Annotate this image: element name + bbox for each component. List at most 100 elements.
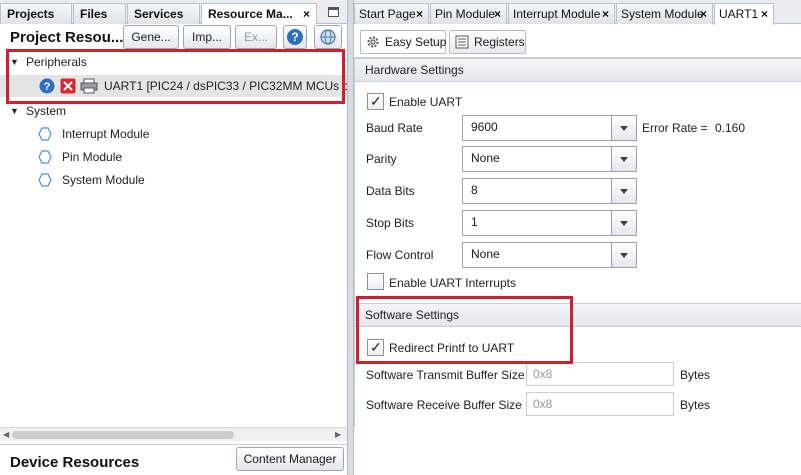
pane-splitter[interactable]	[347, 0, 354, 475]
rx-buffer-unit: Bytes	[680, 398, 711, 412]
empty-area	[354, 427, 801, 475]
tab-label: Projects	[7, 7, 55, 21]
tree-node-system-module[interactable]: System Module	[0, 169, 347, 191]
error-rate-value: 0.160	[715, 121, 746, 135]
hardware-settings-header[interactable]: Hardware Settings	[355, 58, 801, 82]
minimize-icon[interactable]	[328, 7, 339, 17]
horizontal-scrollbar[interactable]: ◀ ▶	[0, 427, 347, 441]
tab-services[interactable]: Services	[127, 3, 200, 24]
right-pane: Start Page × Pin Module × Interrupt Module…	[354, 0, 801, 475]
flow-control-label: Flow Control	[366, 248, 434, 262]
help-button[interactable]: ?	[283, 25, 307, 49]
close-icon[interactable]: ×	[700, 4, 707, 24]
parity-select[interactable]: None	[462, 146, 637, 172]
module-hexagon-icon	[38, 150, 52, 164]
chevron-down-icon[interactable]	[611, 115, 637, 141]
stop-bits-select[interactable]: 1	[462, 210, 637, 236]
flow-control-value: None	[471, 247, 500, 261]
baud-rate-label: Baud Rate	[366, 121, 423, 135]
left-tab-bar: Projects Files Services Resource Ma... ×	[0, 0, 347, 25]
tab-label: Start Page	[359, 7, 416, 21]
tab-label: Easy Setup	[385, 35, 447, 49]
checkmark-icon: ✓	[370, 93, 382, 109]
tab-interrupt-module[interactable]: Interrupt Module ×	[508, 3, 615, 24]
flow-control-select[interactable]: None	[462, 242, 637, 268]
import-button[interactable]: Imp...	[183, 25, 231, 49]
tab-label: System Module	[621, 7, 704, 21]
baud-rate-value[interactable]: 9600	[471, 120, 498, 134]
rx-buffer-label: Software Receive Buffer Size	[366, 398, 522, 412]
tab-start-page[interactable]: Start Page ×	[354, 3, 429, 24]
setup-subtabs: Easy Setup Registers	[354, 25, 801, 57]
tab-label: Resource Ma...	[208, 7, 293, 21]
tab-label: Interrupt Module	[513, 7, 601, 21]
content-manager-button[interactable]: Content Manager	[236, 447, 344, 471]
stop-bits-label: Stop Bits	[366, 216, 415, 230]
parity-label: Parity	[366, 152, 397, 166]
tab-label: Files	[80, 7, 108, 21]
left-pane: Projects Files Services Resource Ma... ×…	[0, 0, 355, 475]
tab-pin-module[interactable]: Pin Module ×	[430, 3, 507, 24]
enable-uart-checkbox[interactable]: ✓	[367, 93, 384, 110]
scrollbar-thumb[interactable]	[12, 431, 234, 439]
globe-button[interactable]	[314, 25, 342, 49]
help-icon: ?	[287, 29, 303, 45]
tree-node-label: Pin Module	[62, 150, 123, 164]
chevron-down-icon[interactable]	[611, 242, 637, 268]
data-bits-label: Data Bits	[366, 184, 415, 198]
data-bits-select[interactable]: 8	[462, 178, 637, 204]
tree-node-pin-module[interactable]: Pin Module	[0, 146, 347, 168]
device-resources-bar: Device Resources Content Manager	[0, 444, 347, 475]
gear-icon	[367, 36, 379, 48]
close-icon[interactable]: ×	[602, 4, 609, 24]
tab-projects[interactable]: Projects	[0, 3, 72, 24]
tree-node-interrupt-module[interactable]: Interrupt Module	[0, 123, 347, 145]
scroll-left-icon[interactable]: ◀	[3, 430, 9, 439]
close-icon[interactable]: ×	[494, 4, 501, 24]
tree-node-label: Interrupt Module	[62, 127, 150, 141]
tx-buffer-field[interactable]: 0x8	[526, 362, 674, 386]
tab-easy-setup[interactable]: Easy Setup	[360, 30, 446, 54]
project-resources-toolbar: Project Resou... Gene... Imp... Ex... ?	[0, 24, 347, 50]
export-button[interactable]: Ex...	[235, 25, 277, 49]
enable-uart-interrupts-checkbox[interactable]	[367, 273, 384, 290]
data-bits-value: 8	[471, 183, 478, 197]
baud-rate-combo[interactable]: 9600	[462, 115, 637, 141]
tree-node-label: System Module	[62, 173, 145, 187]
error-rate-label: Error Rate =	[642, 121, 708, 135]
chevron-down-icon[interactable]	[611, 146, 637, 172]
stop-bits-value: 1	[471, 215, 478, 229]
uart-settings-panel: Hardware Settings ✓ Enable UART Baud Rat…	[354, 57, 801, 427]
tab-label: Pin Module	[435, 7, 496, 21]
registers-icon	[455, 35, 469, 49]
close-icon[interactable]: ×	[416, 4, 423, 24]
chevron-down-icon[interactable]	[611, 178, 637, 204]
highlight-box-peripherals	[6, 49, 345, 104]
close-icon[interactable]: ×	[303, 4, 310, 24]
page-title: Project Resou...	[10, 29, 124, 46]
editor-tab-bar: Start Page × Pin Module × Interrupt Module…	[354, 0, 801, 25]
tab-system-module[interactable]: System Module ×	[616, 3, 713, 24]
generate-button[interactable]: Gene...	[123, 25, 179, 49]
chevron-down-icon[interactable]	[611, 210, 637, 236]
tab-resource-management[interactable]: Resource Ma... ×	[201, 3, 317, 25]
globe-icon	[320, 29, 336, 45]
tab-registers[interactable]: Registers	[449, 30, 526, 54]
device-resources-title: Device Resources	[10, 454, 140, 471]
tab-files[interactable]: Files	[73, 3, 126, 24]
tx-buffer-label: Software Transmit Buffer Size	[366, 368, 525, 382]
rx-buffer-field[interactable]: 0x8	[526, 392, 674, 416]
module-hexagon-icon	[38, 173, 52, 187]
tab-label: Registers	[474, 35, 525, 49]
mcc-window: Projects Files Services Resource Ma... ×…	[0, 0, 801, 475]
module-hexagon-icon	[38, 127, 52, 141]
scroll-right-icon[interactable]: ▶	[335, 430, 341, 439]
highlight-box-software-settings	[356, 296, 573, 364]
tab-uart1[interactable]: UART1 ×	[714, 3, 774, 25]
tab-label: Services	[134, 7, 184, 21]
project-resources-tree: ▼ Peripherals ? UART1 [PIC24 / dsPIC33 /	[0, 51, 355, 427]
tx-buffer-unit: Bytes	[680, 368, 711, 382]
parity-value: None	[471, 151, 500, 165]
close-icon[interactable]: ×	[761, 4, 768, 24]
enable-uart-label: Enable UART	[389, 95, 463, 109]
